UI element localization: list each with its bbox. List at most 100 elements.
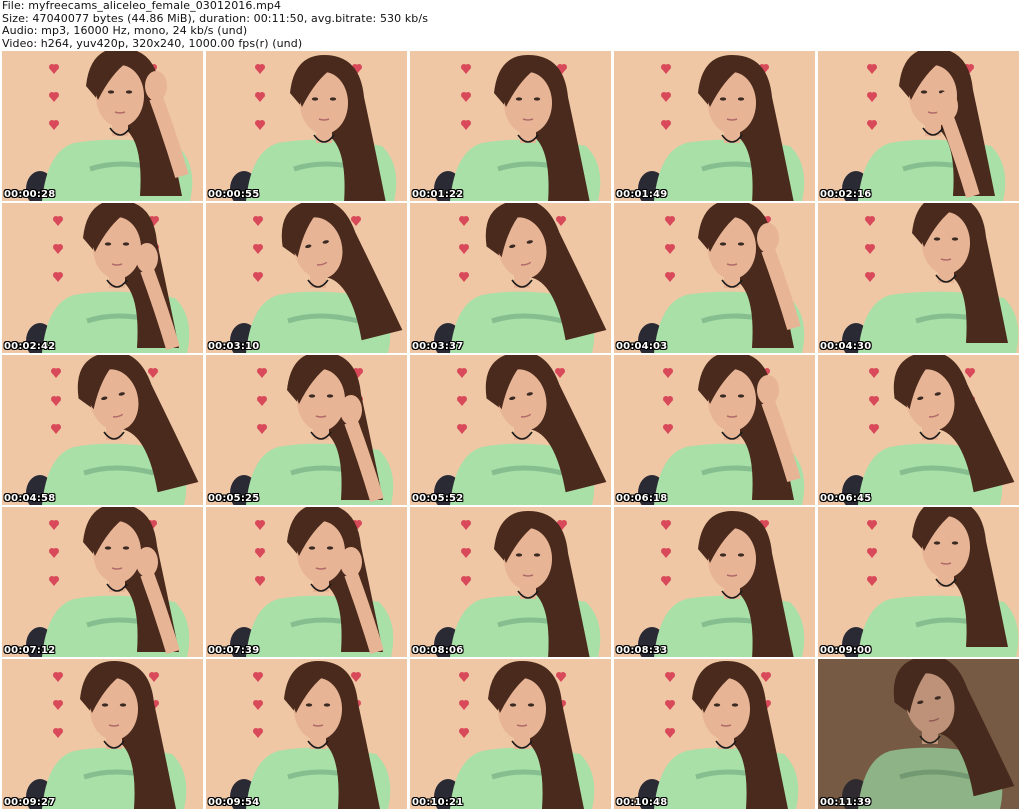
neck	[724, 274, 740, 288]
video-thumbnail: 00:06:45	[818, 355, 1019, 505]
video-thumbnail: 00:04:30	[818, 203, 1019, 353]
video-thumbnail: 00:10:21	[410, 659, 611, 809]
neck	[724, 129, 740, 143]
thumbnail-frame	[818, 507, 1019, 657]
video-thumbnail: 00:09:54	[206, 659, 407, 809]
neck	[313, 578, 329, 592]
thumbnail-frame	[614, 203, 815, 353]
video-thumbnail: 00:05:52	[410, 355, 611, 505]
thumbnail-frame	[206, 203, 407, 353]
thumbnail-frame	[2, 507, 203, 657]
video-thumbnail: 00:00:55	[206, 51, 407, 201]
timestamp-label: 00:09:00	[820, 645, 872, 656]
video-thumbnail: 00:04:58	[2, 355, 203, 505]
timestamp-label: 00:11:39	[820, 797, 872, 808]
neck	[106, 426, 122, 440]
video-thumbnail: 00:08:06	[410, 507, 611, 657]
neck	[106, 735, 122, 749]
neck	[938, 573, 954, 587]
video-thumbnail: 00:02:42	[2, 203, 203, 353]
neck	[109, 274, 125, 288]
video-thumbnail: 00:04:03	[614, 203, 815, 353]
video-info-line: Video: h264, yuv420p, 320x240, 1000.00 f…	[2, 36, 303, 50]
thumbnail-frame	[614, 355, 815, 505]
thumbnail-frame	[818, 355, 1019, 505]
neck	[313, 426, 329, 440]
thumbnail-frame	[410, 203, 611, 353]
thumbnail-grid: 00:00:28 00:00:55 00:01:22 00:01:49 00:02:16…	[2, 51, 1022, 811]
video-thumbnail: 00:03:10	[206, 203, 407, 353]
timestamp-label: 00:04:58	[4, 493, 56, 504]
thumbnail-frame	[410, 507, 611, 657]
timestamp-label: 00:01:49	[616, 189, 668, 200]
thumbnail-frame	[2, 51, 203, 201]
thumbnail-frame	[410, 659, 611, 809]
neck	[724, 426, 740, 440]
hand	[757, 375, 779, 405]
timestamp-label: 00:04:03	[616, 341, 668, 352]
timestamp-label: 00:05:52	[412, 493, 464, 504]
thumbnail-frame	[206, 507, 407, 657]
thumbnail-frame	[410, 51, 611, 201]
hand	[136, 547, 158, 577]
timestamp-label: 00:01:22	[412, 189, 464, 200]
hand	[136, 243, 158, 273]
thumbnail-frame	[818, 51, 1019, 201]
video-thumbnail: 00:02:16	[818, 51, 1019, 201]
video-thumbnail: 00:05:25	[206, 355, 407, 505]
audio-info-line: Audio: mp3, 16000 Hz, mono, 24 kb/s (und…	[2, 24, 248, 37]
timestamp-label: 00:08:06	[412, 645, 464, 656]
timestamp-label: 00:02:42	[4, 341, 56, 352]
neck	[520, 129, 536, 143]
timestamp-label: 00:09:54	[208, 797, 260, 808]
thumbnail-frame	[2, 203, 203, 353]
video-thumbnail: 00:03:37	[410, 203, 611, 353]
thumbnail-frame	[614, 51, 815, 201]
video-thumbnail: 00:08:33	[614, 507, 815, 657]
thumbnail-frame	[2, 659, 203, 809]
video-thumbnail: 00:11:39	[818, 659, 1019, 809]
timestamp-label: 00:09:27	[4, 797, 56, 808]
neck	[316, 129, 332, 143]
file-name-line: File: myfreecams_aliceleo_female_0301201…	[2, 0, 282, 12]
hand	[340, 395, 362, 425]
thumbnail-frame	[206, 355, 407, 505]
timestamp-label: 00:06:45	[820, 493, 872, 504]
thumbnail-frame	[818, 659, 1019, 809]
hand	[936, 91, 958, 121]
timestamp-label: 00:10:21	[412, 797, 464, 808]
thumbnail-frame	[206, 659, 407, 809]
thumbnail-frame	[614, 507, 815, 657]
neck	[718, 735, 734, 749]
video-thumbnail: 00:00:28	[2, 51, 203, 201]
neck	[724, 585, 740, 599]
thumbnail-frame	[614, 659, 815, 809]
thumbnail-frame	[206, 51, 407, 201]
timestamp-label: 00:08:33	[616, 645, 668, 656]
video-thumbnail: 00:09:00	[818, 507, 1019, 657]
neck	[938, 269, 954, 283]
neck	[514, 274, 530, 288]
timestamp-label: 00:04:30	[820, 341, 872, 352]
video-info-header: File: myfreecams_aliceleo_female_0301201…	[2, 0, 1022, 50]
video-thumbnail: 00:06:18	[614, 355, 815, 505]
video-thumbnail: 00:10:48	[614, 659, 815, 809]
neck	[112, 122, 128, 136]
thumbnail-frame	[410, 355, 611, 505]
video-thumbnail: 00:07:39	[206, 507, 407, 657]
timestamp-label: 00:10:48	[616, 797, 668, 808]
neck	[925, 122, 941, 136]
neck	[514, 426, 530, 440]
timestamp-label: 00:06:18	[616, 493, 668, 504]
timestamp-label: 00:00:28	[4, 189, 56, 200]
thumbnail-frame	[818, 203, 1019, 353]
timestamp-label: 00:07:39	[208, 645, 260, 656]
video-thumbnail: 00:09:27	[2, 659, 203, 809]
video-thumbnail: 00:01:49	[614, 51, 815, 201]
neck	[520, 585, 536, 599]
timestamp-label: 00:07:12	[4, 645, 56, 656]
timestamp-label: 00:05:25	[208, 493, 260, 504]
neck	[310, 735, 326, 749]
timestamp-label: 00:03:10	[208, 341, 260, 352]
video-thumbnail: 00:07:12	[2, 507, 203, 657]
